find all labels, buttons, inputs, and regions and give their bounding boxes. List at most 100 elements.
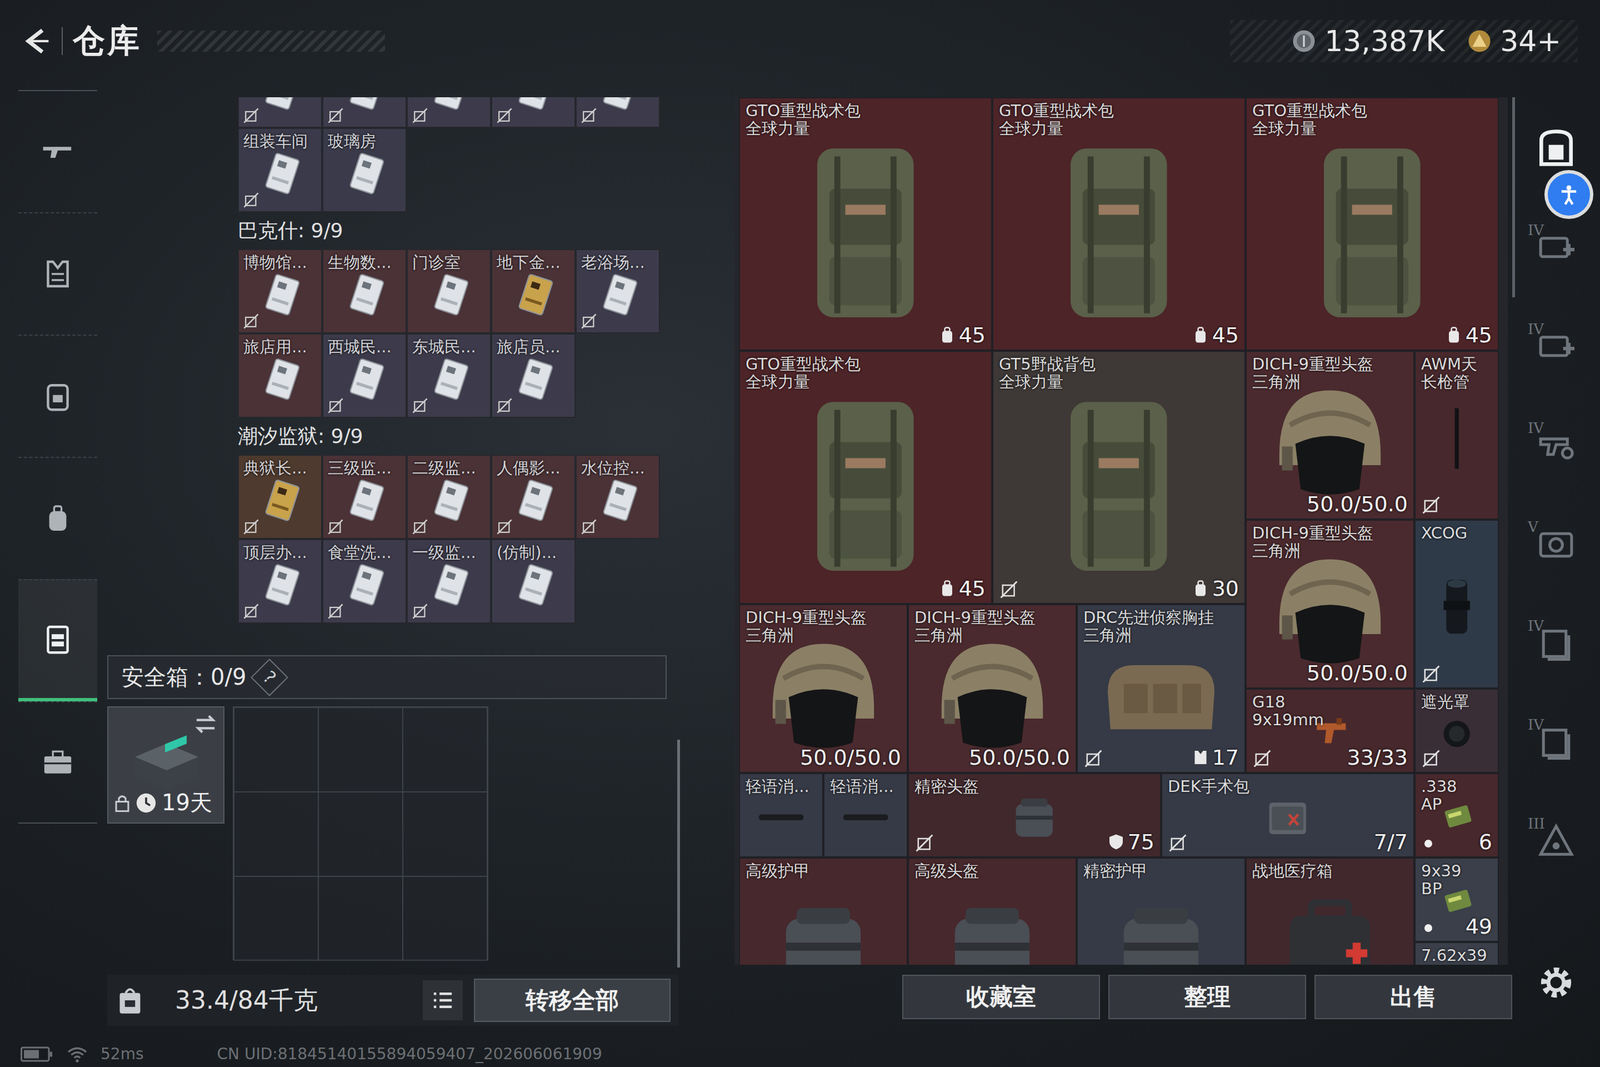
list-button[interactable] [422,980,463,1020]
rail-item[interactable]: V [1525,493,1587,593]
item-name: 高级护甲 [740,858,907,883]
keys-panel: 组装车间玻璃房巴克什: 9/9博物馆...生物数...门诊室地下金...老浴场.… [102,81,680,1041]
stash-item[interactable]: DEK手术包7/7 [1161,772,1415,858]
barrel-icon [1423,371,1490,505]
keycard-icon [251,347,313,409]
rail-item[interactable]: IV [1525,592,1587,692]
nav-item[interactable] [18,456,98,579]
key-card[interactable]: 三级监... [322,454,407,539]
key-card[interactable]: 典狱长... [237,454,323,539]
transfer-all-button[interactable]: 转移全部 [473,978,671,1022]
safe-slot[interactable] [402,707,488,792]
rail-item[interactable]: III [1525,790,1587,890]
stash-item[interactable]: GTO重型战术包全球力量45 [1245,97,1499,351]
key-card[interactable] [237,97,323,128]
stash-item[interactable]: G189x19mm33/33 [1245,688,1415,773]
key-card[interactable]: 生物数... [322,248,407,334]
key-card[interactable]: 地下金... [491,248,576,334]
key-card[interactable]: 组装车间 [237,127,323,213]
nav-item[interactable] [18,578,98,702]
key-card[interactable]: 玻璃房 [322,127,407,213]
item-badge: 50.0/50.0 [968,745,1070,770]
safe-slot[interactable] [402,791,488,877]
back-arrow-icon[interactable] [20,25,52,57]
accessibility-button[interactable] [1547,173,1590,216]
nav-item[interactable] [18,334,98,457]
safe-slot[interactable] [402,876,488,961]
stash-item[interactable]: .338AP6 [1414,772,1499,858]
keycard-icon [335,142,397,204]
nav-item[interactable] [18,90,98,213]
key-card[interactable]: 顶层办... [237,538,323,624]
stash-item[interactable]: DICH-9重型头盔三角洲50.0/50.0 [738,603,908,773]
nav-item[interactable] [18,701,98,824]
help-button[interactable]: ? [250,658,289,697]
stash-item[interactable]: 精密头盔75 [907,772,1162,858]
stash-item[interactable]: GTO重型战术包全球力量45 [738,97,993,351]
key-card[interactable]: 一级监... [406,538,492,624]
key-card[interactable]: 老浴场... [575,248,660,334]
key-card[interactable] [491,97,576,128]
action-button[interactable]: 整理 [1108,974,1307,1019]
key-card[interactable]: 食堂洗... [322,538,407,624]
stash-item[interactable]: GTO重型战术包全球力量45 [992,97,1246,351]
key-card[interactable]: 人偶影... [491,454,576,539]
stash-item[interactable]: 高级头盔 [907,857,1077,965]
rail-item[interactable]: IV [1525,691,1587,791]
key-card[interactable]: 水位控... [575,454,660,539]
key-card[interactable]: 门诊室 [406,248,492,334]
safe-box-item[interactable]: 19天 [107,706,225,824]
stash-item[interactable]: XCOG [1414,519,1499,689]
settings-button[interactable] [1531,957,1582,1008]
key-card[interactable] [322,97,407,128]
key-card[interactable]: 旅店员... [491,333,576,418]
action-button[interactable]: 收藏室 [902,974,1100,1019]
stash-item[interactable]: 遮光罩 [1414,688,1499,773]
gold-coin-icon [1466,28,1493,54]
safe-slot[interactable] [233,876,319,961]
safe-slot[interactable] [318,707,403,792]
keycard-icon [420,468,482,530]
stash-item[interactable]: 轻语消... [823,772,908,858]
safe-slot[interactable] [233,791,319,877]
stash-item[interactable]: GTO重型战术包全球力量45 [738,350,993,604]
key-grid: 组装车间玻璃房 [237,97,666,213]
key-card[interactable]: (仿制)... [491,538,576,624]
rail-item[interactable]: IV [1525,395,1587,494]
swap-icon[interactable] [193,711,218,737]
stash-item[interactable]: AWM天长枪管 [1414,350,1499,520]
scrollbar[interactable] [677,739,680,968]
safe-slot[interactable] [318,791,403,877]
stash-item[interactable]: DICH-9重型头盔三角洲50.0/50.0 [907,603,1077,773]
stash-item[interactable]: 轻语消... [738,772,824,858]
key-card[interactable]: 二级监... [406,454,492,539]
stash-item[interactable]: DICH-9重型头盔三角洲50.0/50.0 [1245,350,1415,520]
rail-scrollbar[interactable] [1512,97,1515,298]
rail-item[interactable]: IV [1525,296,1587,395]
backpack-icon [765,381,967,583]
stash-item[interactable]: DRC先进侦察胸挂三角洲17 [1076,603,1246,773]
key-card[interactable]: 东城民... [406,333,492,418]
stash-item[interactable]: 7.62x39 [1414,941,1499,965]
stash-item[interactable]: 高级护甲 [738,857,908,965]
stash-item[interactable]: 9x39BP49 [1414,857,1499,942]
action-button[interactable]: 出售 [1314,974,1513,1019]
key-card[interactable]: 博物馆... [237,248,323,334]
item-name: 精密护甲 [1077,858,1245,883]
key-card-label: 三级监... [323,455,406,481]
case-icon [1094,878,1228,965]
stash-item[interactable]: DICH-9重型头盔三角洲50.0/50.0 [1245,519,1415,689]
safe-slot[interactable] [233,707,319,792]
safe-slot[interactable] [318,876,403,961]
key-card[interactable] [406,97,492,128]
key-card[interactable] [575,97,660,128]
item-name: DICH-9重型头盔三角洲 [1246,351,1414,395]
nav-item[interactable] [18,212,98,335]
key-card[interactable]: 西城民... [322,333,407,418]
item-badge: 75 [1107,829,1155,854]
stash-item[interactable]: 精密护甲 [1076,857,1246,965]
stash-item[interactable]: 战地医疗箱 [1245,857,1415,965]
no-trade-icon [581,518,597,535]
stash-item[interactable]: GT5野战背包全球力量30 [992,350,1246,604]
key-card[interactable]: 旅店用... [237,333,323,418]
